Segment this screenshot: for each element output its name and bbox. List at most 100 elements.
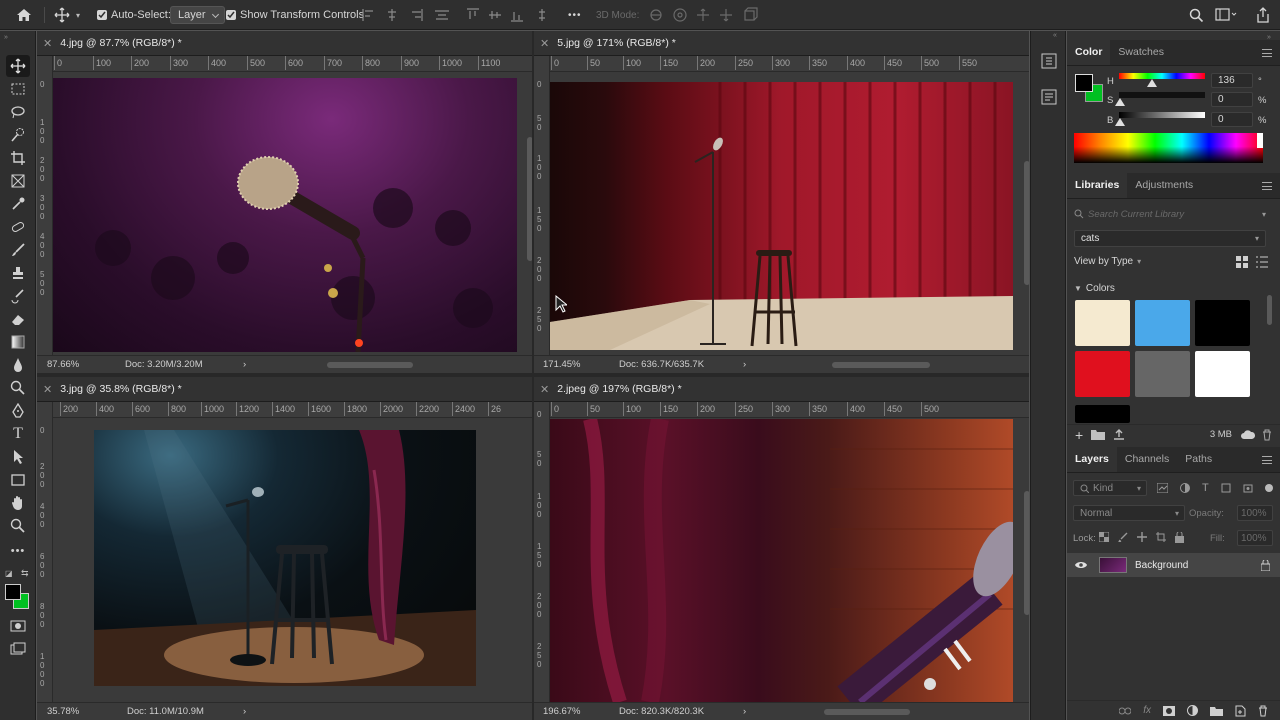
vertical-ruler[interactable]: 0 1 0 0 2 0 0 3 0 0 4 0 0 5 0 0 [37,56,53,355]
adjustment-layer-filter-icon[interactable] [1180,483,1190,493]
clone-stamp-tool-icon[interactable] [6,262,30,284]
history-brush-tool-icon[interactable] [6,285,30,307]
new-group-icon[interactable] [1210,706,1223,716]
move-tool-preset-icon[interactable]: ▾ [54,0,80,30]
hue-slider[interactable] [1119,73,1205,79]
vertical-ruler[interactable]: 0 5 0 1 0 0 1 5 0 2 0 0 2 5 0 [534,56,550,355]
lock-pixels-icon[interactable] [1118,532,1128,542]
healing-brush-tool-icon[interactable] [6,216,30,238]
panel-menu-icon[interactable] [1262,182,1272,190]
status-chevron-icon[interactable]: › [743,706,746,717]
status-chevron-icon[interactable]: › [243,706,246,717]
screen-mode-icon[interactable] [6,638,30,660]
status-chevron-icon[interactable]: › [743,359,746,370]
horizontal-ruler[interactable]: 0 100 200 300 400 500 600 700 800 900 10… [53,56,532,72]
panel-menu-icon[interactable] [1262,49,1272,57]
horizontal-scrollbar[interactable] [824,709,910,715]
lock-all-icon[interactable] [1175,532,1184,543]
canvas[interactable] [53,419,532,702]
list-view-icon[interactable] [1256,256,1268,271]
share-icon[interactable] [1256,0,1270,30]
more-options-button[interactable]: ••• [568,0,582,30]
brightness-input[interactable]: 0 [1211,112,1253,127]
saturation-input[interactable]: 0 [1211,92,1253,107]
view-by-type-dropdown[interactable]: View by Type ▾ [1074,256,1141,267]
tab-libraries[interactable]: Libraries [1067,172,1128,198]
quick-mask-icon[interactable] [6,615,30,637]
library-color-swatch[interactable] [1135,300,1190,346]
saturation-slider[interactable] [1119,92,1205,98]
collapse-dock-icon[interactable]: « [1053,32,1057,39]
grid-view-icon[interactable] [1236,256,1248,271]
zoom-level[interactable]: 87.66% [47,359,125,370]
quick-selection-tool-icon[interactable] [6,124,30,146]
horizontal-scrollbar[interactable] [327,362,413,368]
add-icon[interactable]: + [1075,427,1083,443]
library-color-swatch[interactable] [1075,300,1130,346]
document-tab[interactable]: ✕ 2.jpeg @ 197% (RGB/8*) * [534,377,1029,402]
close-icon[interactable]: ✕ [43,37,52,50]
horizontal-ruler[interactable]: 200 400 600 800 1000 1200 1400 1600 1800… [53,402,532,418]
blend-mode-select[interactable]: Normal ▾ [1073,505,1185,521]
search-icon[interactable] [1189,0,1204,30]
zoom-level[interactable]: 196.67% [543,706,619,717]
library-color-swatch[interactable] [1135,351,1190,397]
frame-tool-icon[interactable] [6,170,30,192]
auto-select-dropdown[interactable]: Layer [170,6,225,24]
show-transform-checkbox[interactable]: Show Transform Controls [226,0,364,30]
folder-icon[interactable] [1091,429,1106,440]
document-tab[interactable]: ✕ 3.jpg @ 35.8% (RGB/8*) * [37,377,532,402]
zoom-level[interactable]: 35.78% [47,706,127,717]
hue-input[interactable]: 136 [1211,73,1253,88]
library-color-swatch[interactable] [1075,351,1130,397]
swap-colors-icon[interactable]: ⇆ [21,568,29,579]
close-icon[interactable]: ✕ [43,383,52,396]
properties-panel-icon[interactable] [1041,89,1057,108]
horizontal-scrollbar[interactable] [832,362,930,368]
tab-adjustments[interactable]: Adjustments [1127,172,1201,198]
vertical-scrollbar[interactable] [1024,491,1029,615]
saturation-slider-thumb[interactable] [1115,98,1125,106]
history-panel-icon[interactable] [1041,53,1057,72]
tab-color[interactable]: Color [1067,39,1111,65]
shape-layer-filter-icon[interactable] [1221,483,1231,493]
lasso-tool-icon[interactable] [6,101,30,123]
collapse-toolbar-icon[interactable]: » [4,34,8,41]
delete-layer-icon[interactable] [1258,705,1268,717]
brightness-slider-thumb[interactable] [1115,118,1125,126]
close-icon[interactable]: ✕ [540,37,549,50]
fill-input[interactable]: 100% [1237,530,1273,546]
brush-tool-icon[interactable] [6,239,30,261]
link-layers-icon[interactable] [1119,707,1132,715]
path-selection-tool-icon[interactable] [6,446,30,468]
document-tab[interactable]: ✕ 5.jpg @ 171% (RGB/8*) * [534,31,1029,56]
vertical-ruler[interactable]: 0 2 0 0 4 0 0 6 0 0 8 0 0 1 0 0 0 [37,402,53,702]
library-color-swatch[interactable] [1075,405,1130,423]
tab-channels[interactable]: Channels [1117,446,1177,472]
visibility-eye-icon[interactable] [1075,561,1087,569]
tab-swatches[interactable]: Swatches [1110,39,1172,65]
horizontal-ruler[interactable]: 0 50 100 150 200 250 300 350 400 450 500… [550,56,1029,72]
marquee-tool-icon[interactable] [6,78,30,100]
adjustment-layer-icon[interactable] [1187,705,1198,716]
canvas[interactable] [53,73,532,355]
lock-artboard-icon[interactable] [1156,532,1166,542]
dodge-tool-icon[interactable] [6,377,30,399]
tab-layers[interactable]: Layers [1067,446,1117,472]
add-mask-icon[interactable] [1163,705,1175,716]
hand-tool-icon[interactable] [6,492,30,514]
hue-slider-thumb[interactable] [1147,79,1157,87]
spectrum-white-chip[interactable] [1257,133,1263,148]
zoom-tool-icon[interactable] [6,515,30,537]
library-color-swatch[interactable] [1195,351,1250,397]
default-colors-icon[interactable]: ◪ [5,569,13,578]
close-icon[interactable]: ✕ [540,383,549,396]
eraser-tool-icon[interactable] [6,308,30,330]
smart-object-filter-icon[interactable] [1243,483,1253,493]
tab-paths[interactable]: Paths [1177,446,1220,472]
vertical-ruler[interactable]: 0 5 0 1 0 0 1 5 0 2 0 0 2 5 0 [534,402,550,702]
new-layer-icon[interactable] [1235,705,1246,717]
library-color-swatch[interactable] [1195,300,1250,346]
type-layer-filter-icon[interactable]: T [1202,483,1209,494]
crop-tool-icon[interactable] [6,147,30,169]
